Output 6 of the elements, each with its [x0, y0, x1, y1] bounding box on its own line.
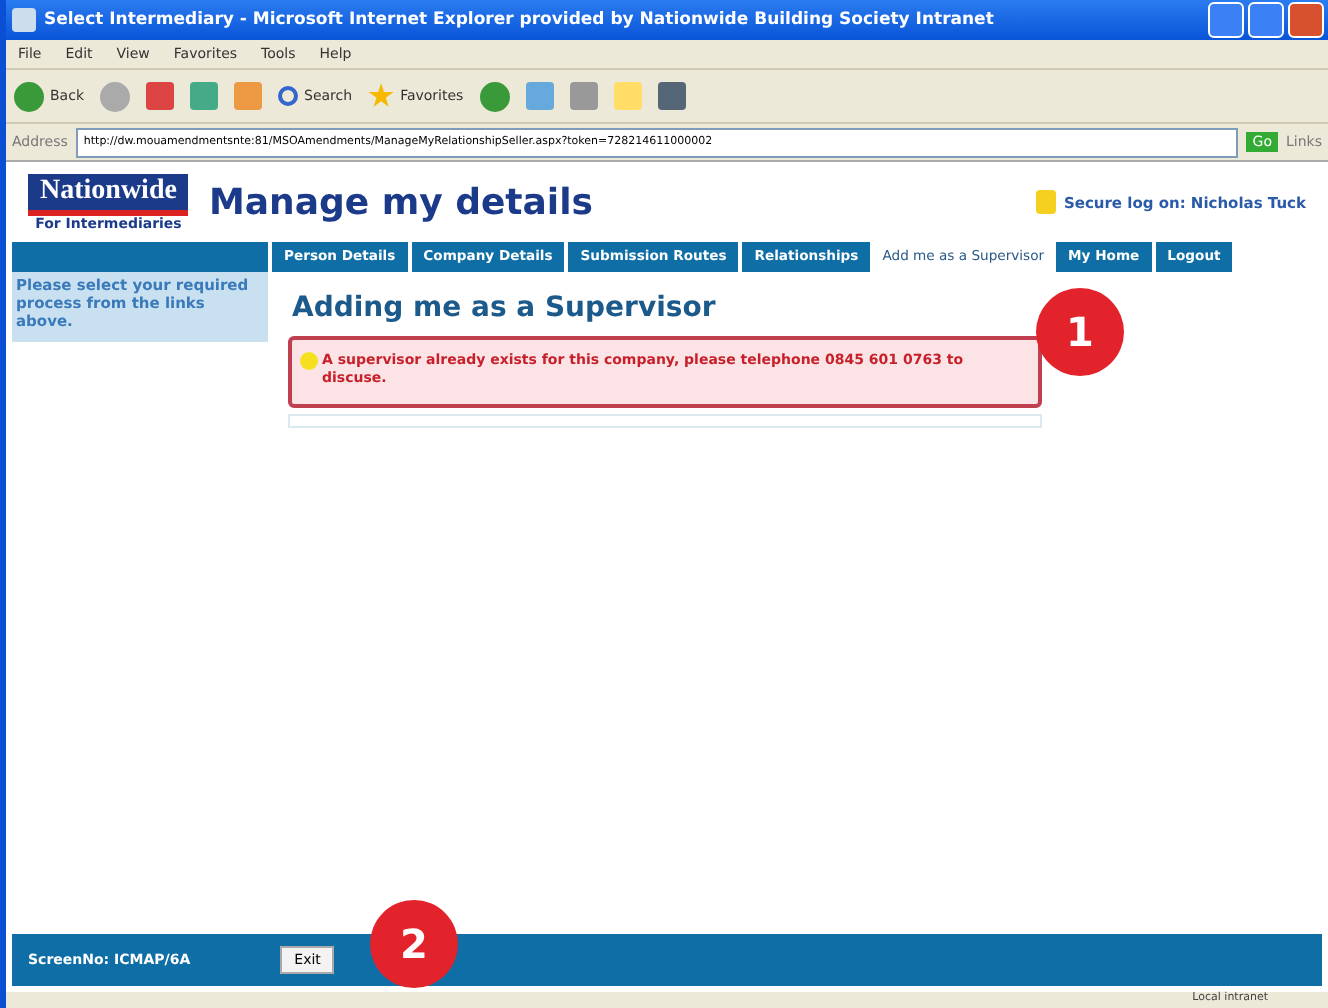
page-title: Manage my details — [208, 181, 595, 223]
window-title: Select Intermediary - Microsoft Internet Explorer provided by Nationwide Building Society Intranet — [44, 10, 996, 30]
section-heading: Adding me as a Supervisor — [292, 292, 718, 324]
logo: Nationwide — [28, 173, 189, 215]
lock-icon — [1035, 190, 1056, 214]
warning-icon — [300, 352, 318, 370]
